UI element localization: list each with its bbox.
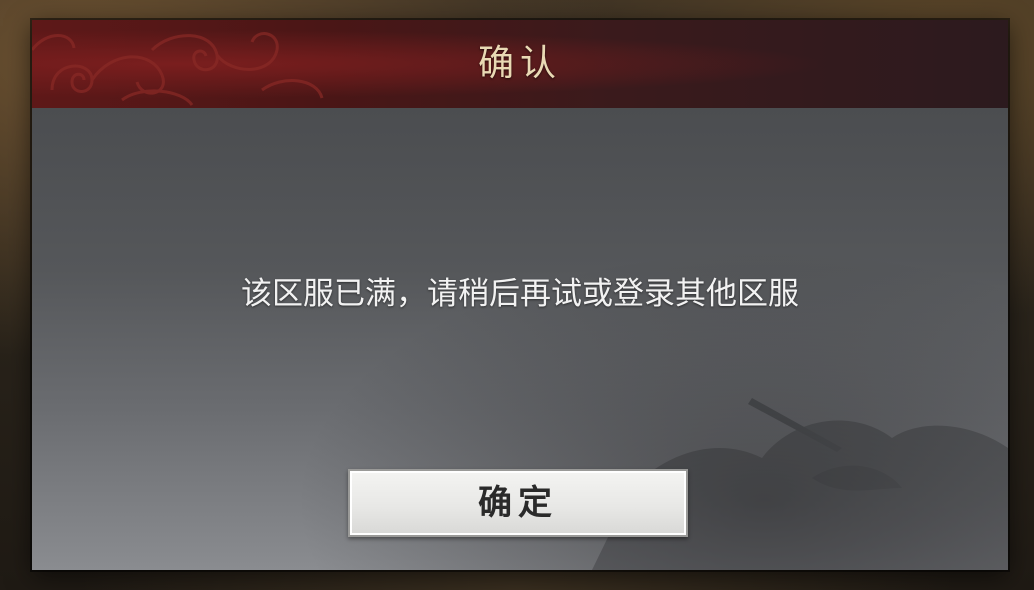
confirm-dialog: 确认 该区服已满，请稍后再试或登录其他区服 确定	[32, 20, 1008, 570]
confirm-button[interactable]: 确定	[348, 469, 688, 537]
dialog-body: 该区服已满，请稍后再试或登录其他区服 确定	[32, 108, 1008, 570]
dialog-header: 确认	[32, 20, 1008, 109]
dialog-message: 该区服已满，请稍后再试或登录其他区服	[241, 276, 799, 312]
dialog-title: 确认	[477, 43, 562, 84]
